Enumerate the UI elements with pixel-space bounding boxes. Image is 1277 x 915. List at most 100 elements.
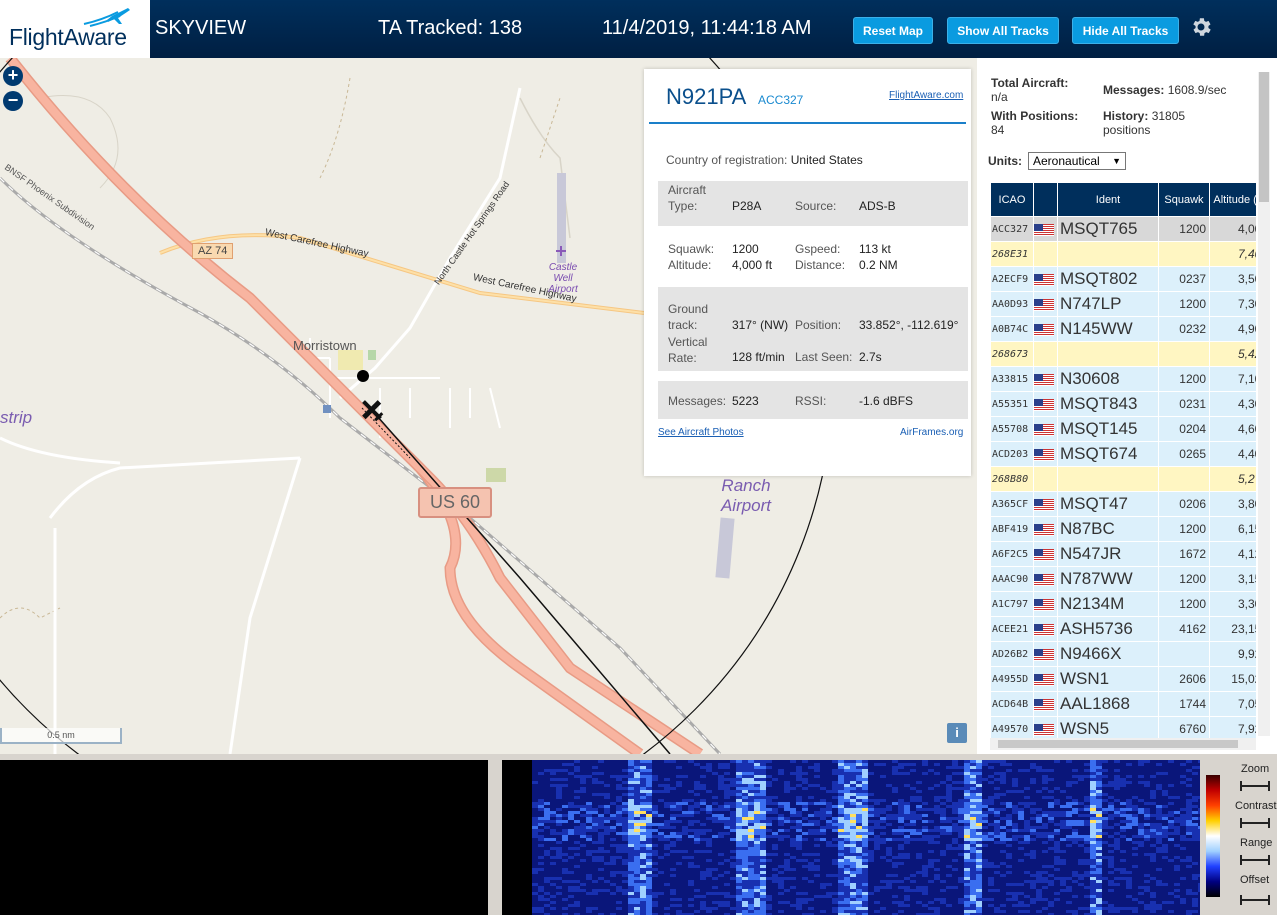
table-row[interactable]: A4955D WSN1260615,025: [990, 666, 1256, 692]
ident-cell: WSN1: [1057, 666, 1159, 692]
altitude-cell: 4,600: [1209, 416, 1256, 442]
table-row[interactable]: A2ECF9 MSQT80202373,500: [990, 266, 1256, 292]
table-row[interactable]: ACC327 MSQT76512004,000: [990, 216, 1256, 242]
column-header-flag[interactable]: [1033, 182, 1058, 217]
aircraft-type-value: P28A: [732, 199, 762, 213]
airport-label-castle-well: Castle Well Airport: [548, 262, 578, 295]
ident-cell: AAL1868: [1057, 691, 1159, 717]
icao-cell: A6F2C5: [990, 541, 1034, 567]
messages-rate-value: 1608.9/sec: [1167, 83, 1227, 97]
vertical-rate-value: 128 ft/min: [732, 350, 785, 364]
logo-text: FlightAware: [9, 24, 127, 50]
table-row[interactable]: ACEE21 ASH5736416223,150: [990, 616, 1256, 642]
table-horizontal-scroll-thumb[interactable]: [998, 740, 1238, 748]
table-row[interactable]: 268673 5,425: [990, 341, 1256, 367]
table-row[interactable]: A0B74C N145WW02324,900: [990, 316, 1256, 342]
total-aircraft-stat: Total Aircraft: n/a: [991, 76, 1068, 104]
airport-label-ranch: Ranch Airport: [720, 476, 772, 515]
table-row[interactable]: AAAC90 N787WW12003,150: [990, 566, 1256, 592]
altitude-cell: 7,300: [1209, 291, 1256, 317]
flag-cell: [1033, 241, 1058, 267]
table-row[interactable]: ACD64B AAL186817447,050: [990, 691, 1256, 717]
squawk-cell: 1672: [1158, 541, 1210, 567]
us-flag-icon: [1034, 523, 1054, 536]
squawk-cell: 0231: [1158, 391, 1210, 417]
icao-cell: A365CF: [990, 491, 1034, 517]
squawk-cell: 1200: [1158, 291, 1210, 317]
table-row[interactable]: ACD203 MSQT67402654,400: [990, 441, 1256, 467]
gear-icon[interactable]: [1189, 15, 1213, 39]
units-label: Units:: [988, 154, 1022, 168]
reset-map-button[interactable]: Reset Map: [853, 17, 933, 44]
altitude-cell: 7,400: [1209, 241, 1256, 267]
altitude-value: 4,000 ft: [732, 258, 773, 272]
us-flag-icon: [1034, 423, 1054, 436]
table-row[interactable]: AA0D93 N747LP12007,300: [990, 291, 1256, 317]
sidebar-vertical-scroll-thumb[interactable]: [1259, 72, 1269, 202]
range-slider-icon[interactable]: [1240, 855, 1270, 865]
flightaware-logo[interactable]: FlightAware: [0, 0, 150, 58]
altitude-cell: 5,425: [1209, 341, 1256, 367]
column-header-icao[interactable]: ICAO: [990, 182, 1034, 217]
table-row[interactable]: A365CF MSQT4702063,800: [990, 491, 1256, 517]
altitude-cell: 15,025: [1209, 666, 1256, 692]
ident-cell: MSQT145: [1057, 416, 1159, 442]
column-header-squawk[interactable]: Squawk: [1158, 182, 1210, 217]
zoom-in-button[interactable]: +: [3, 66, 23, 86]
aircraft-photos-link[interactable]: See Aircraft Photos: [658, 427, 744, 438]
table-row[interactable]: ABF419 N87BC12006,150: [990, 516, 1256, 542]
table-row[interactable]: 268E31 7,400: [990, 241, 1256, 267]
table-row[interactable]: A55708 MSQT14502044,600: [990, 416, 1256, 442]
history-stat: History: 31805 positions: [1103, 109, 1185, 137]
ident-cell: N547JR: [1057, 541, 1159, 567]
place-label-morristown: Morristown: [293, 338, 357, 353]
hide-all-tracks-button[interactable]: Hide All Tracks: [1072, 17, 1179, 44]
table-row[interactable]: A55351 MSQT84302314,300: [990, 391, 1256, 417]
squawk-cell: 2606: [1158, 666, 1210, 692]
ident-cell: [1057, 241, 1159, 267]
ident-cell: N30608: [1057, 366, 1159, 392]
aircraft-detail-popup: N921PA ACC327 FlightAware.com Country of…: [644, 69, 971, 476]
squawk-cell: [1158, 466, 1210, 492]
table-row[interactable]: AD26B2 N9466X 9,925: [990, 641, 1256, 667]
with-positions-value: 84: [991, 123, 1005, 137]
squawk-cell: 1744: [1158, 691, 1210, 717]
table-row[interactable]: A1C797 N2134M12003,300: [990, 591, 1256, 617]
waterfall-spectrum[interactable]: [532, 760, 1200, 915]
table-row[interactable]: 268B80 5,275: [990, 466, 1256, 492]
table-row[interactable]: A6F2C5 N547JR16724,125: [990, 541, 1256, 567]
altitude-cell: 4,300: [1209, 391, 1256, 417]
icao-cell: A4955D: [990, 666, 1034, 692]
offset-slider-icon[interactable]: [1240, 895, 1270, 905]
map-info-button[interactable]: i: [947, 723, 967, 743]
zoom-out-button[interactable]: −: [3, 91, 23, 111]
flag-cell: [1033, 716, 1058, 738]
units-select[interactable]: Aeronautical ▼: [1028, 152, 1126, 170]
country-value: United States: [790, 153, 863, 167]
gspeed-label: Gspeed:: [795, 242, 841, 256]
table-row[interactable]: A49570 WSN567607,925: [990, 716, 1256, 738]
offset-control-label: Offset: [1240, 874, 1270, 886]
zoom-slider-icon[interactable]: [1240, 781, 1270, 791]
road-label-az74: AZ 74: [192, 243, 234, 259]
column-header-ident[interactable]: Ident: [1057, 182, 1159, 217]
altitude-cell: 7,050: [1209, 691, 1256, 717]
aircraft-table-container[interactable]: ICAO Ident Squawk Altitude (ft) ACC327 MS…: [990, 182, 1256, 738]
column-header-altitude[interactable]: Altitude (ft): [1209, 182, 1256, 217]
icao-cell: A2ECF9: [990, 266, 1034, 292]
spectrum-gutter: [502, 760, 532, 915]
squawk-cell: 0206: [1158, 491, 1210, 517]
squawk-cell: 4162: [1158, 616, 1210, 642]
history-label: History:: [1103, 109, 1149, 123]
flightaware-link[interactable]: FlightAware.com: [889, 90, 963, 101]
position-label: Position:: [795, 318, 842, 332]
show-all-tracks-button[interactable]: Show All Tracks: [947, 17, 1059, 44]
contrast-slider-icon[interactable]: [1240, 818, 1270, 828]
icao-cell: ACD203: [990, 441, 1034, 467]
airframes-link[interactable]: AirFrames.org: [900, 427, 963, 438]
squawk-cell: [1158, 241, 1210, 267]
flag-cell: [1033, 516, 1058, 542]
table-row[interactable]: A33815 N3060812007,100: [990, 366, 1256, 392]
squawk-cell: 0232: [1158, 316, 1210, 342]
altitude-label: Altitude:: [668, 258, 712, 272]
